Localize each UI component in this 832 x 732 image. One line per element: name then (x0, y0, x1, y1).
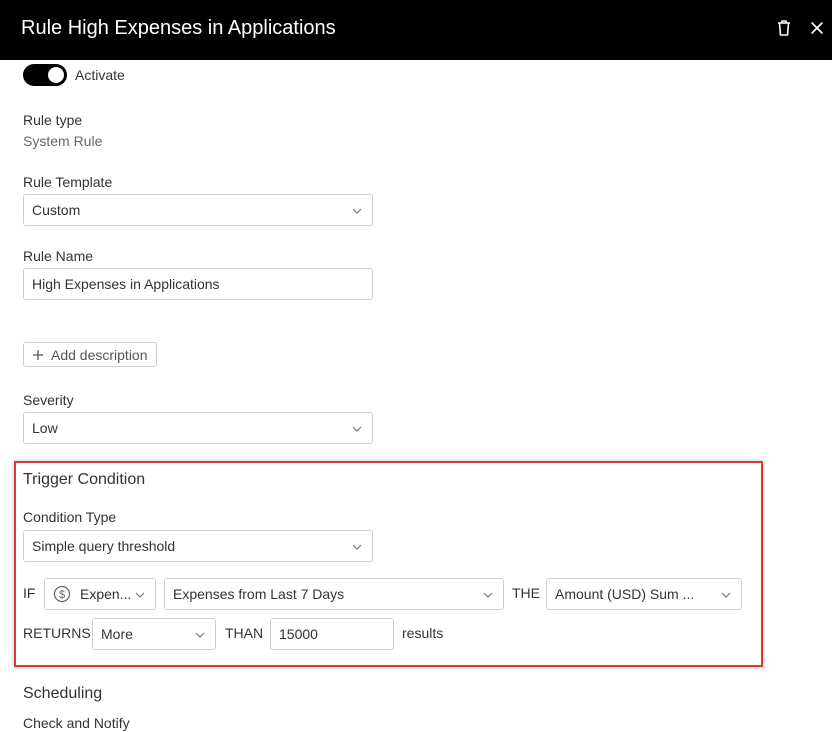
panel-title: Rule High Expenses in Applications (21, 17, 336, 39)
query-value: Expenses from Last 7 Days (173, 586, 345, 602)
toggle-knob (48, 67, 64, 83)
plus-icon (33, 350, 43, 360)
condition-type-label: Condition Type (23, 509, 117, 525)
condition-type-select[interactable]: Simple query threshold (23, 530, 373, 562)
add-description-label: Add description (51, 347, 148, 363)
source-select[interactable]: $ Expen... (44, 578, 156, 610)
check-notify-label: Check and Notify (23, 715, 130, 731)
trigger-condition-title: Trigger Condition (23, 471, 146, 488)
svg-text:$: $ (59, 589, 65, 601)
rule-template-value: Custom (32, 202, 81, 218)
trash-icon[interactable] (774, 18, 794, 38)
rule-type-label: Rule type (23, 112, 83, 128)
chevron-down-icon (352, 208, 362, 214)
rule-type-value: System Rule (23, 133, 103, 149)
than-label: THAN (225, 625, 264, 641)
the-label: THE (512, 585, 540, 601)
chevron-down-icon (195, 632, 205, 638)
chevron-down-icon (721, 592, 731, 598)
add-description-button[interactable]: Add description (23, 342, 157, 367)
severity-label: Severity (23, 392, 74, 408)
returns-label: RETURNS (23, 625, 91, 641)
if-label: IF (23, 585, 36, 601)
dollar-circle-icon: $ (53, 585, 71, 603)
severity-select[interactable]: Low (23, 412, 373, 444)
chevron-down-icon (483, 592, 493, 598)
measure-value: Amount (USD) Sum ... (555, 586, 695, 602)
activate-toggle[interactable] (23, 64, 67, 86)
rule-template-label: Rule Template (23, 174, 113, 190)
severity-value: Low (32, 420, 58, 436)
condition-type-value: Simple query threshold (32, 538, 176, 554)
rule-name-label: Rule Name (23, 248, 94, 264)
chevron-down-icon (135, 592, 145, 598)
chevron-down-icon (352, 426, 362, 432)
rule-template-select[interactable]: Custom (23, 194, 373, 226)
measure-select[interactable]: Amount (USD) Sum ... (546, 578, 742, 610)
query-select[interactable]: Expenses from Last 7 Days (164, 578, 504, 610)
rule-name-input[interactable]: High Expenses in Applications (23, 268, 373, 300)
threshold-input[interactable] (270, 618, 394, 650)
close-icon[interactable] (807, 18, 827, 38)
comparator-select[interactable]: More (92, 618, 216, 650)
source-value: Expen... (80, 586, 132, 602)
rule-name-value: High Expenses in Applications (32, 276, 220, 292)
panel-header: Rule High Expenses in Applications (0, 0, 832, 60)
scheduling-title: Scheduling (23, 685, 103, 702)
chevron-down-icon (352, 544, 362, 550)
results-label: results (402, 625, 444, 641)
activate-label: Activate (75, 67, 125, 83)
comparator-value: More (101, 626, 133, 642)
